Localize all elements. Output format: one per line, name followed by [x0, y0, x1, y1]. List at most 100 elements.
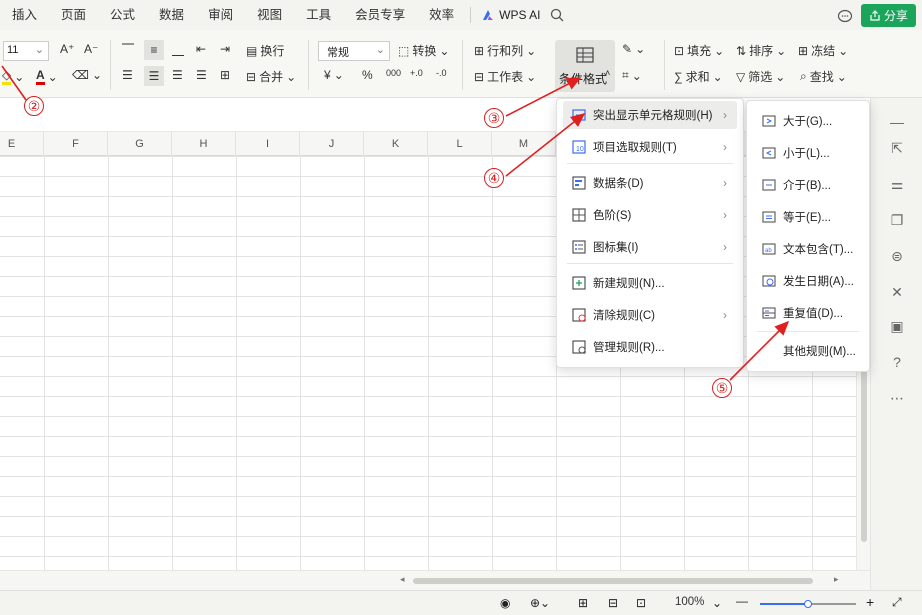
chart-icon[interactable]: ⊜ — [889, 248, 905, 264]
column-header-k[interactable]: K — [364, 132, 428, 156]
menu-item-highlight-rules[interactable]: 突出显示单元格规则(H) › — [563, 101, 737, 129]
convert-button[interactable]: ⬚ 转换 ⌄ — [398, 42, 449, 59]
horizontal-scroll-thumb[interactable] — [413, 578, 813, 584]
align-bottom-button[interactable]: ⎽ — [172, 42, 184, 57]
submenu-item-more-rules[interactable]: 其他规则(M)... — [753, 337, 863, 365]
filter-button[interactable]: ▽ 筛选 ⌄ — [736, 68, 785, 85]
merge-label: 合并 — [259, 70, 284, 84]
column-header-i[interactable]: I — [236, 132, 300, 156]
menu-item-top-bottom[interactable]: 10 项目选取规则(T) › — [563, 133, 737, 161]
justify-button[interactable]: ☰ — [196, 68, 207, 82]
collapse-icon[interactable]: — — [889, 114, 905, 130]
column-header-l[interactable]: L — [428, 132, 492, 156]
chevron-down-icon[interactable]: ⌄ — [712, 596, 722, 610]
clear-format-button[interactable]: ⌫ ⌄ — [72, 68, 102, 82]
indent-decrease-button[interactable]: ⇤ — [196, 42, 206, 56]
copy-icon[interactable]: ❐ — [889, 212, 905, 228]
currency-button[interactable]: ¥ ⌄ — [324, 68, 344, 82]
tab-data[interactable]: 数据 — [147, 0, 196, 30]
help-icon[interactable]: ? — [889, 354, 905, 370]
sum-button[interactable]: ∑ 求和 ⌄ — [674, 68, 723, 85]
format-painter-button[interactable]: ✎ ⌄ — [622, 42, 645, 56]
border-button[interactable]: ⌗ ⌄ — [622, 68, 642, 83]
chat-icon[interactable] — [837, 8, 853, 24]
font-size-select[interactable]: 11 ⌄ — [3, 41, 49, 61]
wrap-text-button[interactable]: ▤ 换行 — [246, 42, 284, 59]
increase-decimal-button[interactable]: +.0 — [410, 68, 423, 78]
column-header-g[interactable]: G — [108, 132, 172, 156]
menu-item-data-bar[interactable]: 数据条(D) › — [563, 169, 737, 197]
merge-button[interactable]: ⊟ 合并 ⌄ — [246, 68, 296, 85]
percent-button[interactable]: % — [362, 68, 373, 82]
wps-ai-button[interactable]: WPS AI — [481, 8, 540, 22]
font-color-button[interactable]: A ⌄ — [36, 68, 58, 85]
align-middle-button[interactable]: ≡ — [144, 40, 164, 60]
search-icon[interactable] — [550, 8, 564, 22]
worksheet-button[interactable]: ⊟ 工作表 ⌄ — [474, 68, 536, 85]
decrease-decimal-button[interactable]: -.0 — [436, 68, 447, 78]
fullscreen-icon[interactable]: ⤢ — [892, 595, 902, 610]
align-right-button[interactable]: ☰ — [172, 68, 183, 82]
decrease-font-button[interactable]: A⁻ — [84, 42, 98, 56]
tab-view[interactable]: 视图 — [245, 0, 294, 30]
conditional-format-button[interactable]: 条件格式 ˄ — [555, 40, 615, 92]
row-col-button[interactable]: ⊞ 行和列 ⌄ — [474, 42, 536, 59]
crosshair-icon[interactable]: ⊕⌄ — [530, 596, 550, 610]
align-center-button[interactable]: ☰ — [144, 66, 164, 86]
number-format-select[interactable]: 常规 ⌄ — [318, 41, 390, 61]
select-pointer-icon[interactable]: ⇱ — [889, 140, 905, 156]
page-view-icon[interactable]: ⊟ — [608, 596, 618, 610]
normal-view-icon[interactable]: ⊞ — [578, 596, 588, 610]
menu-item-icon-set[interactable]: 图标集(I) › — [563, 233, 737, 261]
menu-item-color-scale[interactable]: 色阶(S) › — [563, 201, 737, 229]
column-header-f[interactable]: F — [44, 132, 108, 156]
submenu-item-less-than[interactable]: 小于(L)... — [753, 139, 863, 167]
tab-formula[interactable]: 公式 — [98, 0, 147, 30]
eye-icon[interactable]: ◉ — [500, 596, 510, 610]
tab-review[interactable]: 审阅 — [196, 0, 245, 30]
menu-item-clear-rules[interactable]: 清除规则(C) › — [563, 301, 737, 329]
submenu-item-equal-to[interactable]: 等于(E)... — [753, 203, 863, 231]
tab-efficiency[interactable]: 效率 — [417, 0, 466, 30]
scroll-left-icon[interactable]: ◂ — [400, 574, 405, 585]
tools-icon[interactable]: ✕ — [889, 284, 905, 300]
indent-increase-button[interactable]: ⇥ — [220, 42, 230, 56]
submenu-item-greater-than[interactable]: 大于(G)... — [753, 107, 863, 135]
distributed-button[interactable]: ⊞ — [220, 68, 230, 82]
fill-color-button[interactable]: ◇ ⌄ — [2, 68, 24, 85]
page-break-icon[interactable]: ⊡ — [636, 596, 646, 610]
tab-insert[interactable]: 插入 — [0, 0, 49, 30]
tab-member[interactable]: 会员专享 — [343, 0, 417, 30]
menu-item-manage-rules[interactable]: 管理规则(R)... — [563, 333, 737, 361]
column-header-e[interactable]: E — [0, 132, 44, 156]
zoom-level[interactable]: 100% — [675, 596, 704, 608]
fill-button[interactable]: ⊡ 填充 ⌄ — [674, 42, 724, 59]
share-button[interactable]: 分享 — [860, 4, 916, 27]
thousands-button[interactable]: 000 — [386, 68, 401, 78]
submenu-item-text-contains[interactable]: ab 文本包含(T)... — [753, 235, 863, 263]
zoom-slider[interactable] — [760, 600, 856, 608]
zoom-out-button[interactable]: — — [736, 594, 748, 608]
submenu-item-between[interactable]: 介于(B)... — [753, 171, 863, 199]
tab-tools[interactable]: 工具 — [294, 0, 343, 30]
find-button[interactable]: ⌕ 查找 ⌄ — [800, 68, 847, 85]
align-top-button[interactable]: ⎺ — [122, 42, 134, 57]
column-header-j[interactable]: J — [300, 132, 364, 156]
increase-font-button[interactable]: A⁺ — [60, 42, 74, 56]
horizontal-scrollbar[interactable]: ◂ ▸ — [0, 570, 870, 590]
sort-button[interactable]: ⇅ 排序 ⌄ — [736, 42, 786, 59]
zoom-in-button[interactable]: + — [866, 594, 874, 610]
submenu-item-date-occurring[interactable]: 发生日期(A)... — [753, 267, 863, 295]
zoom-slider-handle[interactable] — [804, 600, 812, 608]
tab-page[interactable]: 页面 — [49, 0, 98, 30]
freeze-button[interactable]: ⊞ 冻结 ⌄ — [798, 42, 848, 59]
scroll-right-icon[interactable]: ▸ — [834, 574, 839, 585]
column-header-m[interactable]: M — [492, 132, 556, 156]
column-header-h[interactable]: H — [172, 132, 236, 156]
settings-sliders-icon[interactable]: ⚌ — [889, 176, 905, 192]
book-icon[interactable]: ▣ — [889, 318, 905, 334]
menu-item-new-rule[interactable]: 新建规则(N)... — [563, 269, 737, 297]
submenu-item-duplicate-values[interactable]: 重复值(D)... — [753, 299, 863, 327]
align-left-button[interactable]: ☰ — [122, 68, 133, 82]
more-icon[interactable]: ⋯ — [889, 390, 905, 406]
